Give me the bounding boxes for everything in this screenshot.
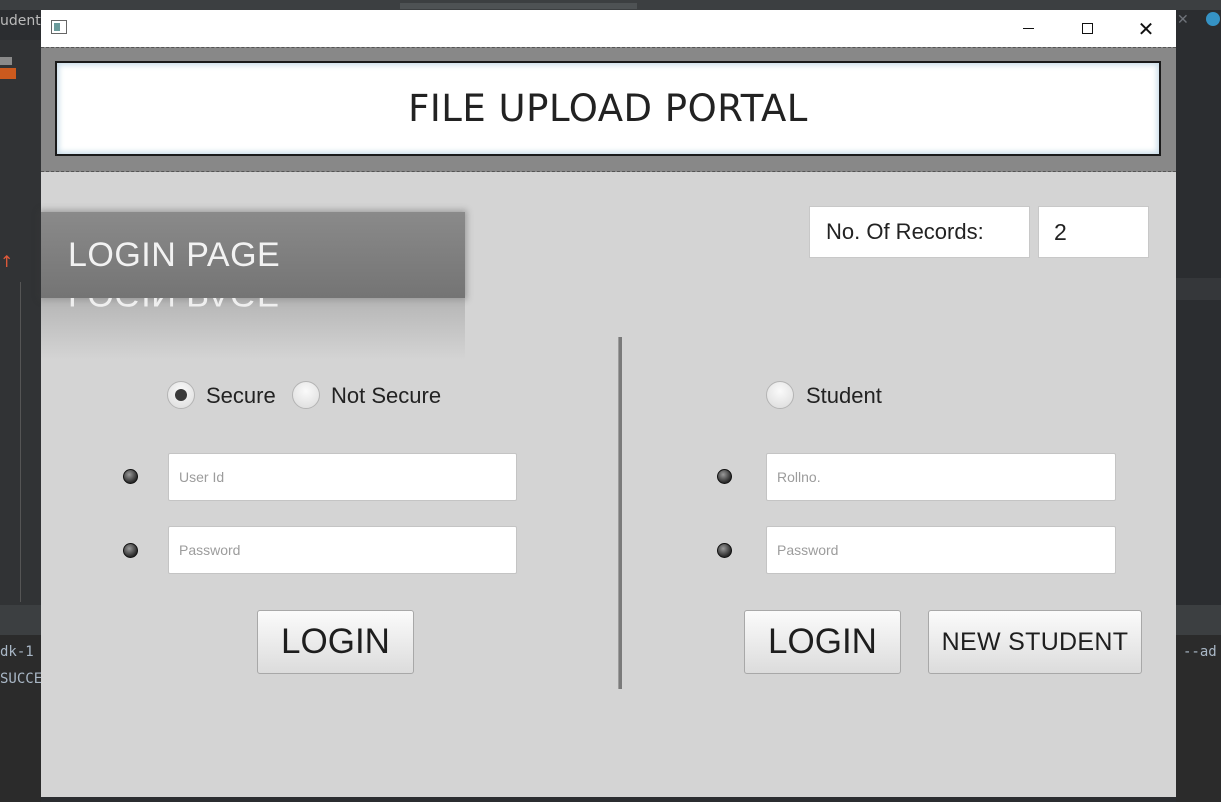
ide-right-strip <box>1176 278 1221 300</box>
student-radio[interactable] <box>766 381 794 409</box>
admin-login-button[interactable]: LOGIN <box>257 610 414 674</box>
app-window: ✕ FILE UPLOAD PORTAL LOGIN PAGE LOGIN PA… <box>41 10 1176 797</box>
rollno-indicator <box>717 469 732 484</box>
login-page-banner: LOGIN PAGE <box>41 212 465 298</box>
ide-console-header-right <box>1176 605 1221 635</box>
ide-gutter-line <box>20 282 21 602</box>
records-label: No. Of Records: <box>809 206 1030 258</box>
login-page-reflection: LOGIN PAGE <box>41 298 465 360</box>
header-title-box: FILE UPLOAD PORTAL <box>55 61 1161 156</box>
password-input[interactable] <box>168 526 517 574</box>
panel-divider <box>618 337 622 689</box>
ide-console-line: SUCCE <box>0 671 43 687</box>
maximize-icon <box>1081 23 1093 34</box>
ide-arrow-icon: ↑ <box>0 252 14 271</box>
new-student-button[interactable]: NEW STUDENT <box>928 610 1142 674</box>
password-indicator <box>123 543 138 558</box>
student-login-button[interactable]: LOGIN <box>744 610 901 674</box>
not-secure-radio-label[interactable]: Not Secure <box>331 383 441 409</box>
page-title: FILE UPLOAD PORTAL <box>408 87 808 130</box>
ide-structure-icon <box>0 57 12 65</box>
student-password-input[interactable] <box>766 526 1116 574</box>
rollno-input[interactable] <box>766 453 1116 501</box>
user-id-input[interactable] <box>168 453 517 501</box>
user-id-indicator <box>123 469 138 484</box>
not-secure-radio[interactable] <box>292 381 320 409</box>
maximize-button[interactable] <box>1058 10 1116 47</box>
ide-console-line: dk-1 <box>0 644 34 660</box>
minimize-button[interactable] <box>999 10 1057 47</box>
secure-radio-label[interactable]: Secure <box>206 383 276 409</box>
ide-status-icon <box>1206 12 1220 26</box>
ide-top-bar <box>0 0 1221 10</box>
ide-console-header-left <box>0 605 41 635</box>
close-button[interactable]: ✕ <box>1117 10 1175 47</box>
student-radio-label[interactable]: Student <box>806 383 882 409</box>
ide-scroll-strip <box>400 3 637 9</box>
header-banner: FILE UPLOAD PORTAL <box>41 47 1176 172</box>
title-bar[interactable]: ✕ <box>41 10 1176 47</box>
ide-tab-close-icon[interactable]: ✕ <box>1177 10 1189 30</box>
student-password-indicator <box>717 543 732 558</box>
minimize-icon <box>1022 28 1034 29</box>
ide-run-config-icon <box>0 68 16 79</box>
ide-console-line: --ad <box>1183 644 1217 660</box>
close-icon: ✕ <box>1137 16 1155 41</box>
login-page-label: LOGIN PAGE <box>68 235 281 274</box>
login-page-reflection-text: LOGIN PAGE <box>68 298 280 313</box>
secure-radio[interactable] <box>167 381 195 409</box>
ide-editor-tab[interactable]: udent. <box>0 10 45 32</box>
records-count: 2 <box>1038 206 1149 258</box>
app-icon[interactable] <box>51 20 67 34</box>
